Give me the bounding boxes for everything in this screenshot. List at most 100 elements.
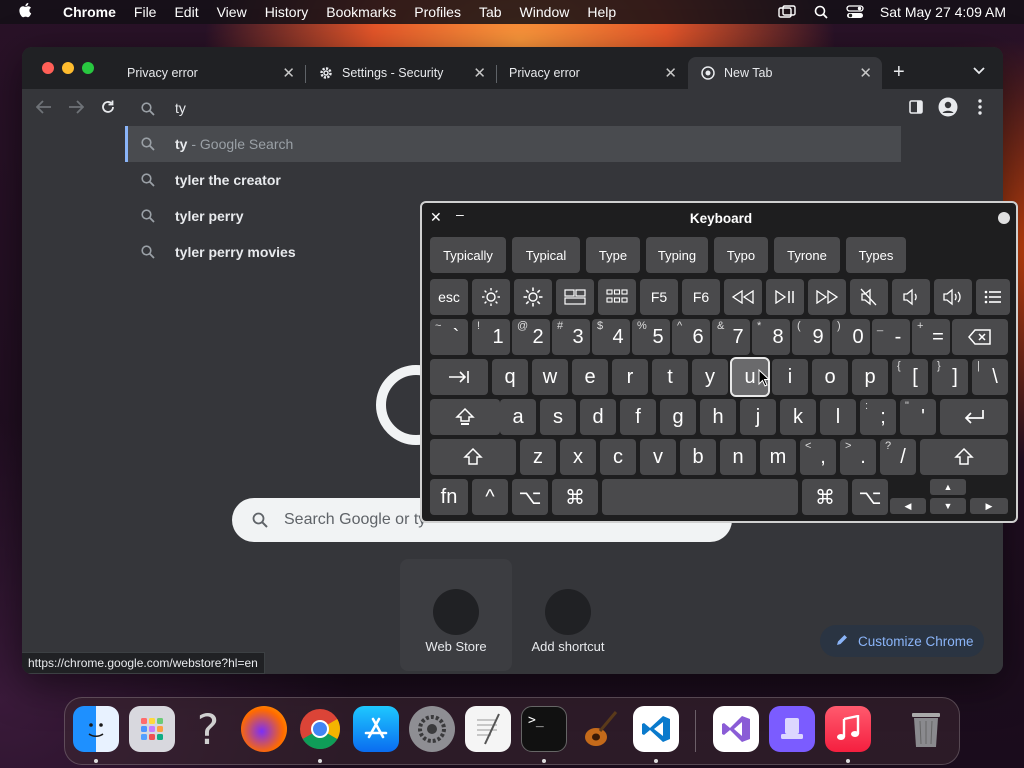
key-fn[interactable]: fn <box>430 479 468 515</box>
key-semicolon[interactable]: :; <box>860 399 896 435</box>
key-k[interactable]: k <box>780 399 816 435</box>
word-suggestion[interactable]: Type <box>586 237 640 273</box>
keyboard-options-icon[interactable] <box>998 212 1010 224</box>
arrow-right-icon[interactable]: ▶ <box>970 498 1008 514</box>
menu-edit[interactable]: Edit <box>165 4 207 20</box>
close-icon[interactable]: ✕ <box>282 64 295 82</box>
word-suggestion[interactable]: Typing <box>646 237 708 273</box>
screen-mirroring-icon[interactable] <box>778 5 796 19</box>
side-panel-icon[interactable] <box>906 97 926 117</box>
terminal-icon[interactable]: >_ <box>521 706 567 752</box>
tab-new-tab[interactable]: New Tab ✕ <box>688 57 882 89</box>
omnibox-input[interactable]: ty <box>125 92 901 126</box>
zoom-window-button[interactable] <box>82 62 94 74</box>
key-4[interactable]: $4 <box>592 319 630 355</box>
menu-file[interactable]: File <box>125 4 166 20</box>
menu-profiles[interactable]: Profiles <box>405 4 470 20</box>
key-h[interactable]: h <box>700 399 736 435</box>
close-icon[interactable]: ✕ <box>473 64 486 82</box>
key-t[interactable]: t <box>652 359 688 395</box>
key-e[interactable]: e <box>572 359 608 395</box>
arrow-down-icon[interactable]: ▼ <box>930 498 966 514</box>
rewind-icon[interactable] <box>724 279 762 315</box>
tab-privacy-error-1[interactable]: Privacy error ✕ <box>115 57 305 89</box>
key-z[interactable]: z <box>520 439 556 475</box>
return-icon[interactable] <box>940 399 1008 435</box>
back-arrow-icon[interactable] <box>34 97 54 117</box>
menu-help[interactable]: Help <box>578 4 625 20</box>
key-j[interactable]: j <box>740 399 776 435</box>
key-option-right[interactable]: ⌥ <box>852 479 888 515</box>
word-suggestion[interactable]: Typical <box>512 237 580 273</box>
key-esc[interactable]: esc <box>430 279 468 315</box>
word-suggestion[interactable]: Types <box>846 237 906 273</box>
key-y[interactable]: y <box>692 359 728 395</box>
key-v[interactable]: v <box>640 439 676 475</box>
key-left-bracket[interactable]: {[ <box>892 359 928 395</box>
chrome-icon[interactable] <box>297 706 343 752</box>
launchpad-grid-icon[interactable] <box>598 279 636 315</box>
key-i[interactable]: i <box>772 359 808 395</box>
key-command-right[interactable]: ⌘ <box>802 479 848 515</box>
key-2[interactable]: @2 <box>512 319 550 355</box>
apple-configurator-icon[interactable] <box>769 706 815 752</box>
textedit-icon[interactable] <box>465 706 511 752</box>
arrow-up-icon[interactable]: ▲ <box>930 479 966 495</box>
shift-left-icon[interactable] <box>430 439 516 475</box>
key-o[interactable]: o <box>812 359 848 395</box>
caps-lock-icon[interactable] <box>430 399 500 435</box>
minimize-window-button[interactable] <box>62 62 74 74</box>
trash-icon[interactable] <box>903 706 949 752</box>
launchpad-icon[interactable] <box>129 706 175 752</box>
key-l[interactable]: l <box>820 399 856 435</box>
key-n[interactable]: n <box>720 439 756 475</box>
shortcut-add[interactable]: Add shortcut <box>512 559 624 671</box>
menu-tab[interactable]: Tab <box>470 4 511 20</box>
key-p[interactable]: p <box>852 359 888 395</box>
firefox-icon[interactable] <box>241 706 287 752</box>
close-icon[interactable]: ✕ <box>664 64 677 82</box>
arrow-left-icon[interactable]: ◀ <box>890 498 926 514</box>
menu-app-name[interactable]: Chrome <box>54 4 125 20</box>
menu-view[interactable]: View <box>208 4 256 20</box>
close-icon[interactable]: ✕ <box>859 64 872 82</box>
key-b[interactable]: b <box>680 439 716 475</box>
key-w[interactable]: w <box>532 359 568 395</box>
shortcut-web-store[interactable]: Web Store <box>400 559 512 671</box>
key-s[interactable]: s <box>540 399 576 435</box>
omnibox-suggestion[interactable]: ty - Google Search <box>125 126 901 162</box>
omnibox-suggestion[interactable]: tyler the creator <box>125 162 901 198</box>
key-7[interactable]: & 7 <box>712 319 750 355</box>
fast-forward-icon[interactable] <box>808 279 846 315</box>
key-command-left[interactable]: ⌘ <box>552 479 598 515</box>
vscode-icon[interactable] <box>633 706 679 752</box>
finder-icon[interactable] <box>73 706 119 752</box>
brightness-down-icon[interactable] <box>472 279 510 315</box>
tab-settings-security[interactable]: Settings - Security ✕ <box>306 57 496 89</box>
list-icon[interactable] <box>976 279 1010 315</box>
apple-menu-icon[interactable] <box>18 2 40 22</box>
key-period[interactable]: >. <box>840 439 876 475</box>
key-minus[interactable]: _ - <box>872 319 910 355</box>
key-slash[interactable]: ? / <box>880 439 916 475</box>
visual-studio-icon[interactable] <box>713 706 759 752</box>
customize-chrome-button[interactable]: Customize Chrome <box>820 625 984 657</box>
mission-control-icon[interactable] <box>556 279 594 315</box>
tab-key-icon[interactable] <box>430 359 488 395</box>
volume-up-icon[interactable] <box>934 279 972 315</box>
key-f5[interactable]: F5 <box>640 279 678 315</box>
key-5[interactable]: % 5 <box>632 319 670 355</box>
key-d[interactable]: d <box>580 399 616 435</box>
word-suggestion[interactable]: Typically <box>430 237 506 273</box>
key-0[interactable]: ) 0 <box>832 319 870 355</box>
key-9[interactable]: (9 <box>792 319 830 355</box>
key-3[interactable]: #3 <box>552 319 590 355</box>
key-6[interactable]: ^ 6 <box>672 319 710 355</box>
key-f[interactable]: f <box>620 399 656 435</box>
key-option-left[interactable]: ⌥ <box>512 479 548 515</box>
key-a[interactable]: a <box>500 399 536 435</box>
close-window-button[interactable] <box>42 62 54 74</box>
key-control[interactable]: ^ <box>472 479 508 515</box>
play-pause-icon[interactable] <box>766 279 804 315</box>
app-store-icon[interactable] <box>353 706 399 752</box>
